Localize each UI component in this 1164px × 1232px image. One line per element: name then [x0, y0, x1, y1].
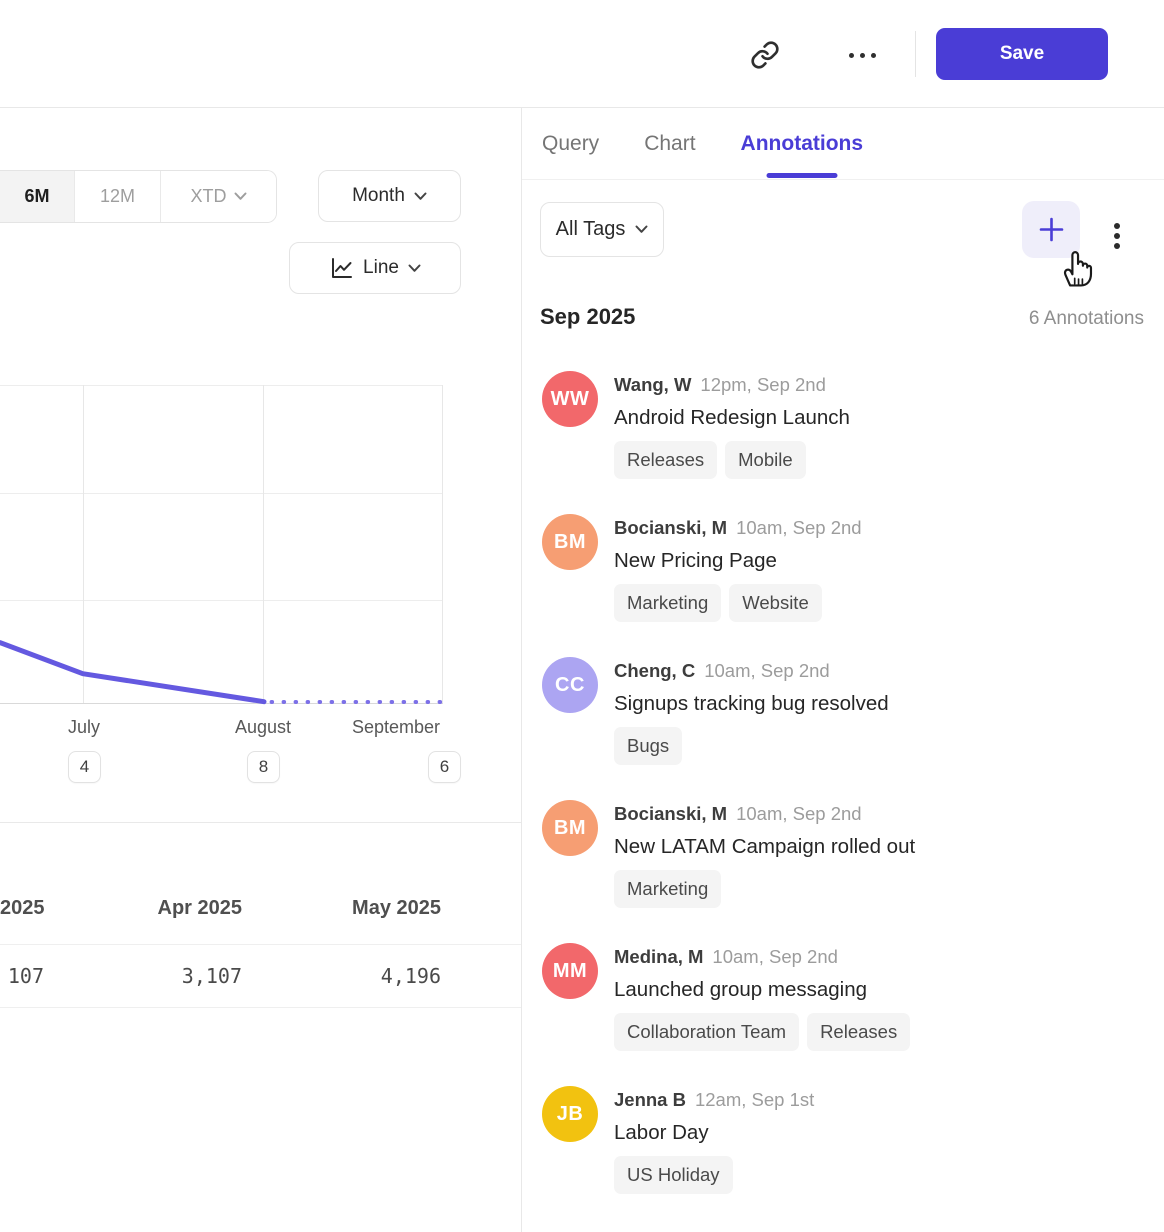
- annotation-title: New LATAM Campaign rolled out: [614, 829, 915, 864]
- x-tick-label: September: [336, 717, 456, 738]
- chart-type-label: Line: [363, 257, 399, 279]
- annotation-tag[interactable]: Marketing: [614, 584, 721, 622]
- avatar: BM: [542, 800, 598, 856]
- annotation-title: New Pricing Page: [614, 543, 862, 578]
- annotation-tags: Marketing: [614, 870, 915, 908]
- date-range-xtd[interactable]: XTD: [160, 171, 276, 222]
- annotation-author: Jenna B: [614, 1089, 686, 1111]
- annotation-tag[interactable]: Mobile: [725, 441, 806, 479]
- annotation-count-badge[interactable]: 6: [428, 751, 461, 783]
- copy-link-icon[interactable]: [748, 38, 782, 72]
- annotation-item[interactable]: CC Cheng, C 10am, Sep 2nd Signups tracking …: [542, 657, 1142, 765]
- annotation-tags: ReleasesMobile: [614, 441, 850, 479]
- interval-dropdown[interactable]: Month: [318, 170, 461, 222]
- tag-filter-label: All Tags: [556, 218, 626, 241]
- chevron-down-icon: [414, 192, 427, 201]
- avatar: BM: [542, 514, 598, 570]
- results-table: 2025Apr 2025May 2025 1073,1074,196: [0, 822, 521, 1008]
- annotation-count-badge[interactable]: 8: [247, 751, 280, 783]
- annotation-item[interactable]: JB Jenna B 12am, Sep 1st Labor Day US Holida…: [542, 1086, 1142, 1194]
- annotation-timestamp: 12am, Sep 1st: [695, 1089, 814, 1111]
- annotation-title: Android Redesign Launch: [614, 400, 850, 435]
- annotation-timestamp: 10am, Sep 2nd: [736, 803, 861, 825]
- annotation-tag[interactable]: Releases: [807, 1013, 910, 1051]
- table-header-cell: Apr 2025: [44, 823, 242, 944]
- annotation-item[interactable]: WW Wang, W 12pm, Sep 2nd Android Redesign L…: [542, 371, 1142, 479]
- annotation-count-badge[interactable]: 4: [68, 751, 101, 783]
- x-tick-label: August: [203, 717, 323, 738]
- annotation-tags: Bugs: [614, 727, 889, 765]
- topbar-divider: [915, 31, 916, 77]
- annotation-group-count: 6 Annotations: [1029, 308, 1144, 330]
- line-chart-icon: [329, 256, 354, 281]
- table-value-row[interactable]: 1073,1074,196: [0, 944, 521, 1008]
- annotation-tag[interactable]: Marketing: [614, 870, 721, 908]
- tab-chart[interactable]: Chart: [644, 108, 695, 180]
- annotation-author: Bocianski, M: [614, 517, 727, 539]
- annotation-title: Signups tracking bug resolved: [614, 686, 889, 721]
- annotation-tags: US Holiday: [614, 1156, 814, 1194]
- annotation-author: Medina, M: [614, 946, 703, 968]
- annotation-title: Labor Day: [614, 1115, 814, 1150]
- annotations-list: WW Wang, W 12pm, Sep 2nd Android Redesign L…: [542, 371, 1142, 1229]
- chart-type-dropdown[interactable]: Line: [289, 242, 461, 294]
- annotation-tag[interactable]: Collaboration Team: [614, 1013, 799, 1051]
- more-options-icon[interactable]: [840, 40, 884, 70]
- table-header-cell: 2025: [0, 823, 44, 944]
- annotation-timestamp: 12pm, Sep 2nd: [700, 374, 825, 396]
- annotation-timestamp: 10am, Sep 2nd: [712, 946, 837, 968]
- annotation-tag[interactable]: Website: [729, 584, 822, 622]
- annotation-timestamp: 10am, Sep 2nd: [704, 660, 829, 682]
- avatar: CC: [542, 657, 598, 713]
- table-value-cell[interactable]: 4,196: [242, 945, 441, 1007]
- chart-panel: 6M12MXTD Month Line JulyAugustSeptember …: [0, 108, 521, 1232]
- tab-query[interactable]: Query: [542, 108, 599, 180]
- panel-tabs: Query Chart Annotations: [522, 108, 1164, 180]
- annotation-author: Cheng, C: [614, 660, 695, 682]
- date-range-segmented-control: 6M12MXTD: [0, 170, 277, 223]
- tab-annotations[interactable]: Annotations: [741, 108, 863, 180]
- avatar: JB: [542, 1086, 598, 1142]
- annotation-item[interactable]: BM Bocianski, M 10am, Sep 2nd New Pricing P…: [542, 514, 1142, 622]
- annotation-tag[interactable]: US Holiday: [614, 1156, 733, 1194]
- annotation-tag[interactable]: Bugs: [614, 727, 682, 765]
- annotation-tags: Collaboration TeamReleases: [614, 1013, 910, 1051]
- top-bar: Save: [0, 0, 1164, 108]
- annotation-tag[interactable]: Releases: [614, 441, 717, 479]
- kebab-menu-icon[interactable]: [1106, 214, 1128, 258]
- annotation-item[interactable]: MM Medina, M 10am, Sep 2nd Launched group m…: [542, 943, 1142, 1051]
- save-button[interactable]: Save: [936, 28, 1108, 80]
- annotation-author: Bocianski, M: [614, 803, 727, 825]
- add-annotation-button[interactable]: [1022, 201, 1080, 258]
- annotation-item[interactable]: BM Bocianski, M 10am, Sep 2nd New LATAM Cam…: [542, 800, 1142, 908]
- annotation-timestamp: 10am, Sep 2nd: [736, 517, 861, 539]
- table-header-row: 2025Apr 2025May 2025: [0, 823, 521, 944]
- annotation-author: Wang, W: [614, 374, 691, 396]
- chevron-down-icon: [408, 264, 421, 273]
- details-panel: QueryChartAnnotations All Tags Sep 2025 …: [521, 108, 1164, 1232]
- annotation-title: Launched group messaging: [614, 972, 910, 1007]
- tag-filter-dropdown[interactable]: All Tags: [540, 202, 664, 257]
- avatar: WW: [542, 371, 598, 427]
- x-tick-label: July: [24, 717, 144, 738]
- chevron-down-icon: [635, 225, 648, 234]
- chevron-down-icon: [234, 192, 247, 201]
- table-value-cell[interactable]: 3,107: [44, 945, 242, 1007]
- table-header-cell: May 2025: [242, 823, 441, 944]
- plus-icon: [1038, 216, 1065, 243]
- date-range-6m[interactable]: 6M: [0, 171, 74, 222]
- date-range-12m[interactable]: 12M: [74, 171, 160, 222]
- line-chart-plot-area[interactable]: [0, 385, 443, 703]
- avatar: MM: [542, 943, 598, 999]
- annotation-tags: MarketingWebsite: [614, 584, 862, 622]
- metric-line-series: [0, 385, 443, 705]
- interval-label: Month: [352, 185, 405, 207]
- annotation-group-header: Sep 2025: [540, 304, 635, 330]
- table-value-cell[interactable]: 107: [0, 945, 44, 1007]
